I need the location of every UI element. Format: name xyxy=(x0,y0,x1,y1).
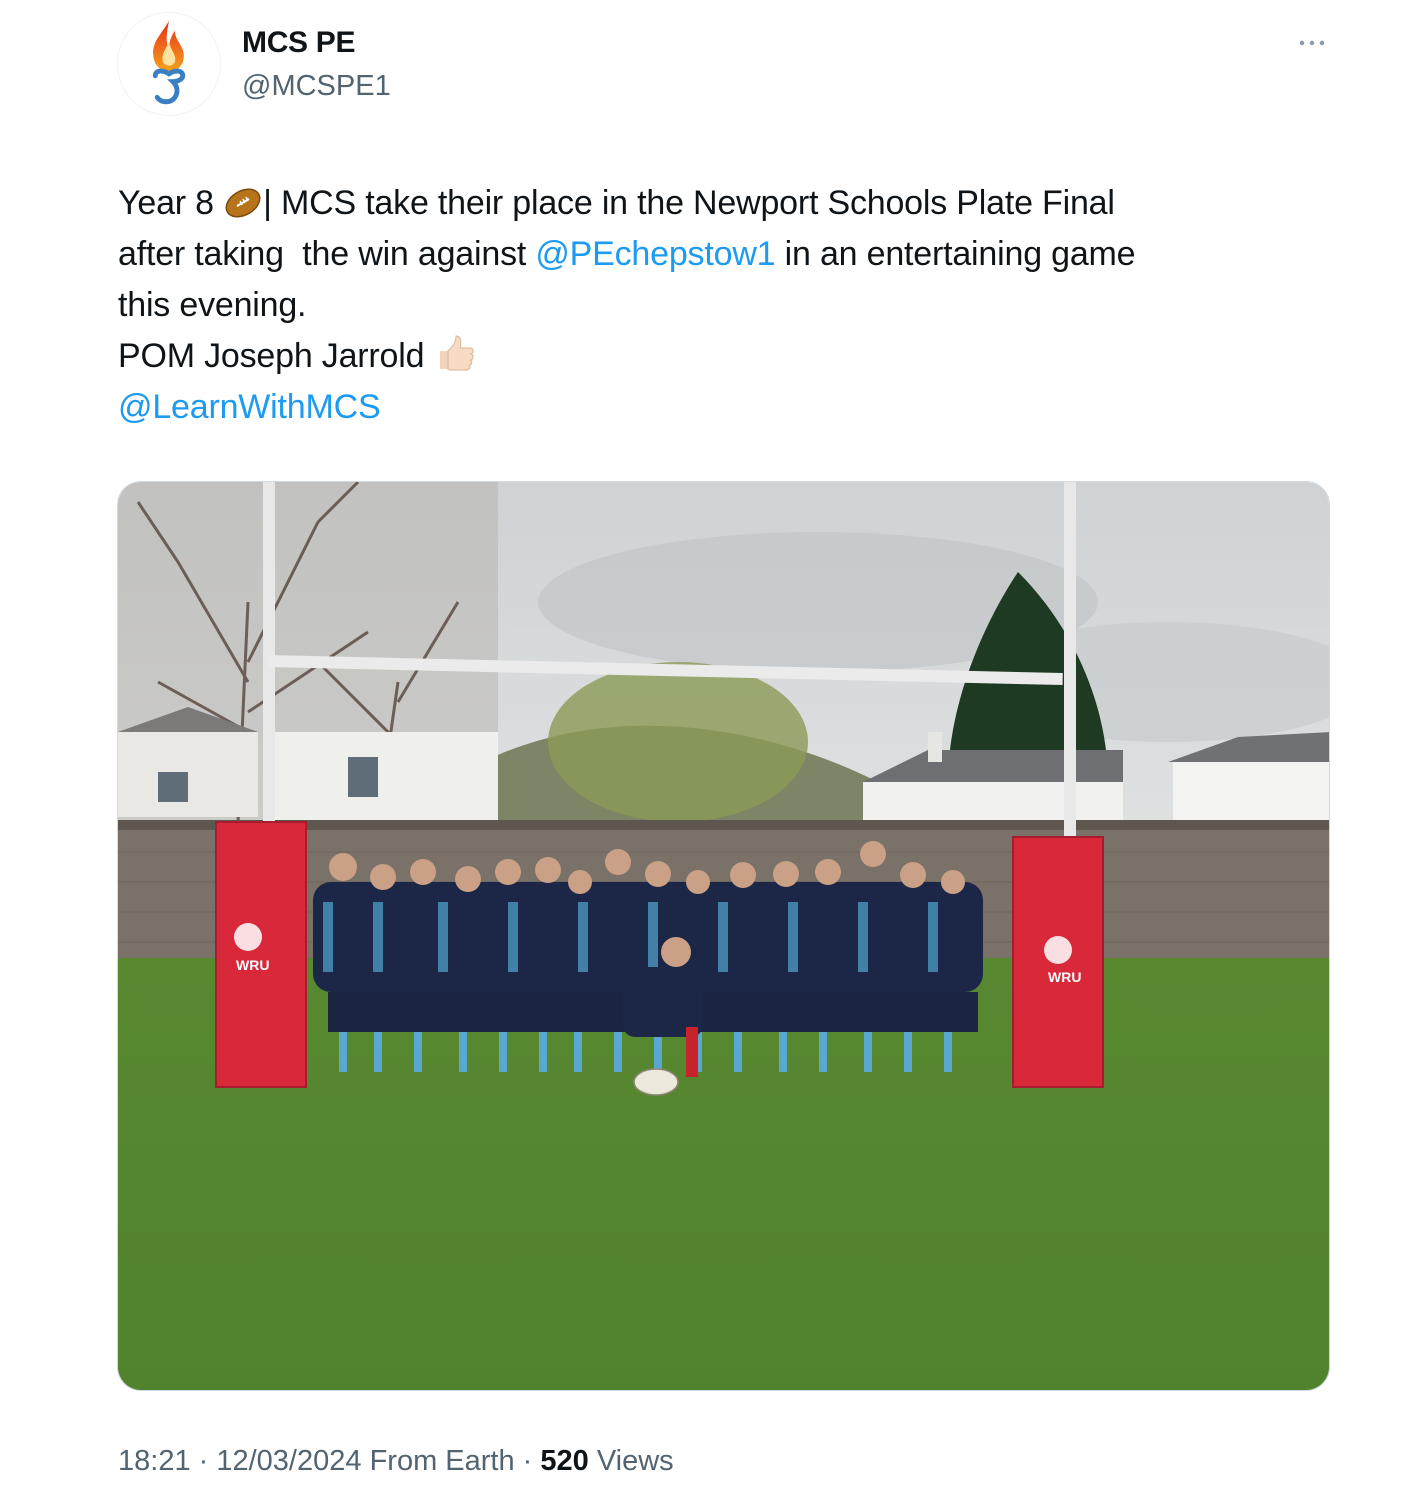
tweet-text-segment: Year 8 xyxy=(118,184,224,222)
separator: · xyxy=(514,1445,541,1477)
tweet-line-4: POM Joseph Jarrold xyxy=(118,331,1318,382)
thumbs-up-emoji xyxy=(434,333,476,388)
tweet-line-5: @LearnWithMCS xyxy=(118,382,1318,433)
tweet-photo[interactable]: WRU WRU xyxy=(117,481,1330,1391)
more-options-button[interactable] xyxy=(1290,28,1334,58)
tweet-meta: 18:21 · 12/03/2024 From Earth · 520 View… xyxy=(118,1445,674,1478)
tweet-line-1: Year 8 | MCS take their place in the New… xyxy=(118,178,1318,229)
tweet-date[interactable]: 12/03/2024 xyxy=(216,1445,361,1477)
tweet-text-segment: | MCS take their place in the Newport Sc… xyxy=(263,184,1115,222)
pad-logo-text: WRU xyxy=(236,957,269,973)
ellipsis-icon xyxy=(1299,40,1325,46)
tweet-line-2: after taking the win against @PEchepstow… xyxy=(118,229,1318,280)
display-name[interactable]: MCS PE xyxy=(242,26,356,60)
rugby-ball-emoji xyxy=(223,184,263,235)
avatar[interactable] xyxy=(117,12,221,116)
tweet-text-segment: POM Joseph Jarrold xyxy=(118,337,434,375)
separator: · xyxy=(190,1445,217,1477)
mention-link[interactable]: @LearnWithMCS xyxy=(118,388,381,426)
views-label[interactable]: Views xyxy=(589,1445,674,1477)
mention-link[interactable]: @PEchepstow1 xyxy=(535,235,775,273)
tweet-time[interactable]: 18:21 xyxy=(118,1445,191,1477)
views-count[interactable]: 520 xyxy=(540,1445,588,1477)
tweet-text-segment: after taking the win against xyxy=(118,235,536,273)
pad-logo-text: WRU xyxy=(1048,969,1081,985)
rugby-team-photo: WRU WRU xyxy=(118,482,1329,1390)
user-handle[interactable]: @MCSPE1 xyxy=(242,70,391,103)
tweet-text-segment: in an entertaining game xyxy=(775,235,1136,273)
tweet-text: Year 8 | MCS take their place in the New… xyxy=(118,178,1318,433)
tweet-source: From Earth xyxy=(361,1445,515,1477)
tweet-line-3: this evening. xyxy=(118,286,307,324)
flame-logo-icon xyxy=(152,20,186,105)
